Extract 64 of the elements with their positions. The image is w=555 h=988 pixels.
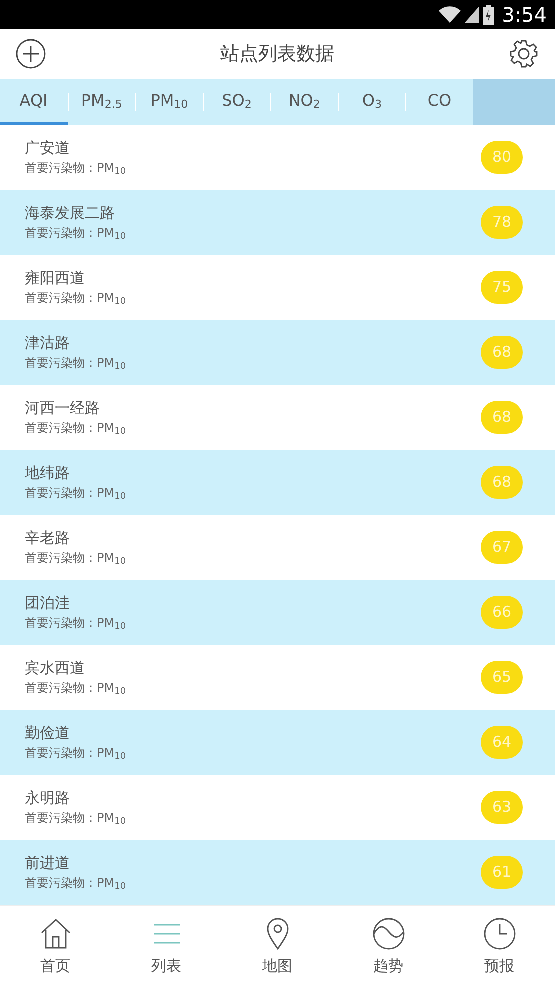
station-row[interactable]: 勤俭道 首要污染物：PM$_{10}$ 64	[0, 710, 555, 775]
pollutant-tab[interactable]: SO$_{2}$	[204, 79, 270, 125]
station-row[interactable]: 海泰发展二路 首要污染物：PM$_{10}$ 78	[0, 190, 555, 255]
station-name: 广安道	[25, 138, 71, 158]
nav-tab[interactable]: 首页	[0, 916, 111, 978]
station-name: 永明路	[25, 788, 71, 808]
station-row[interactable]: 团泊洼 首要污染物：PM$_{10}$ 66	[0, 580, 555, 645]
nav-tab[interactable]: 预报	[444, 916, 555, 978]
settings-icon	[509, 39, 539, 70]
pollutant-tab[interactable]: PM$_{10}$	[136, 79, 203, 125]
primary-pollutant: 首要污染物：PM$_{10}$	[25, 290, 126, 307]
station-row[interactable]: 津沽路 首要污染物：PM$_{10}$ 68	[0, 320, 555, 385]
aqi-badge: 64	[481, 726, 523, 759]
station-name: 雍阳西道	[25, 268, 86, 288]
aqi-badge: 61	[481, 856, 523, 889]
station-row[interactable]: 地纬路 首要污染物：PM$_{10}$ 68	[0, 450, 555, 515]
add-icon	[16, 39, 46, 70]
pollutant-tab[interactable]: PM$_{2.5}$	[68, 79, 136, 125]
station-name: 河西一经路	[25, 398, 101, 418]
aqi-badge: 68	[481, 400, 523, 434]
primary-pollutant: 首要污染物：PM$_{10}$	[25, 614, 126, 632]
wave-circle-icon	[372, 916, 406, 951]
station-name: 团泊洼	[25, 592, 71, 613]
station-row[interactable]: 前进道 首要污染物：PM$_{10}$ 61	[0, 840, 555, 905]
nav-tab[interactable]: 列表	[111, 916, 222, 978]
primary-pollutant: 首要污染物：PM$_{10}$	[25, 680, 126, 697]
primary-pollutant: 首要污染物：PM$_{10}$	[25, 744, 126, 762]
wifi-icon	[439, 6, 462, 24]
settings-button[interactable]	[509, 39, 539, 70]
primary-pollutant: 首要污染物：PM$_{10}$	[25, 810, 126, 827]
primary-pollutant: 首要污染物：PM$_{10}$	[25, 160, 126, 177]
page-title: 站点列表数据	[220, 42, 334, 67]
station-name: 海泰发展二路	[25, 202, 116, 223]
aqi-badge: 68	[481, 336, 523, 369]
station-name: 前进道	[25, 852, 71, 873]
primary-pollutant: 首要污染物：PM$_{10}$	[25, 420, 126, 437]
primary-pollutant: 首要污染物：PM$_{10}$	[25, 224, 126, 242]
signal-icon	[465, 6, 480, 24]
aqi-badge: 63	[481, 790, 523, 824]
station-name: 津沽路	[25, 332, 71, 353]
primary-pollutant: 首要污染物：PM$_{10}$	[25, 550, 126, 567]
aqi-badge: 78	[481, 206, 523, 239]
pollutant-tab[interactable]: NO$_{2}$	[271, 79, 338, 125]
station-name: 地纬路	[25, 462, 71, 483]
aqi-badge: 68	[481, 466, 523, 499]
nav-tab[interactable]: 趋势	[333, 916, 444, 978]
status-time: 3:54	[502, 2, 547, 28]
clock-icon	[482, 916, 516, 951]
primary-pollutant: 首要污染物：PM$_{10}$	[25, 354, 126, 372]
pollutant-tab[interactable]: CO	[406, 79, 474, 125]
aqi-badge: 80	[481, 140, 523, 174]
aqi-badge: 65	[481, 660, 523, 694]
station-name: 勤俭道	[25, 722, 71, 743]
station-name: 辛老路	[25, 528, 71, 548]
station-name: 宾水西道	[25, 658, 86, 678]
aqi-badge: 66	[481, 596, 523, 629]
pollutant-tab[interactable]: O$_{3}$	[338, 79, 406, 125]
add-button[interactable]	[16, 39, 46, 70]
aqi-badge: 67	[481, 530, 523, 564]
primary-pollutant: 首要污染物：PM$_{10}$	[25, 874, 126, 892]
aqi-badge: 75	[481, 270, 523, 304]
nav-tab[interactable]: 地图	[222, 916, 333, 978]
battery-icon	[483, 4, 494, 24]
primary-pollutant: 首要污染物：PM$_{10}$	[25, 484, 126, 502]
